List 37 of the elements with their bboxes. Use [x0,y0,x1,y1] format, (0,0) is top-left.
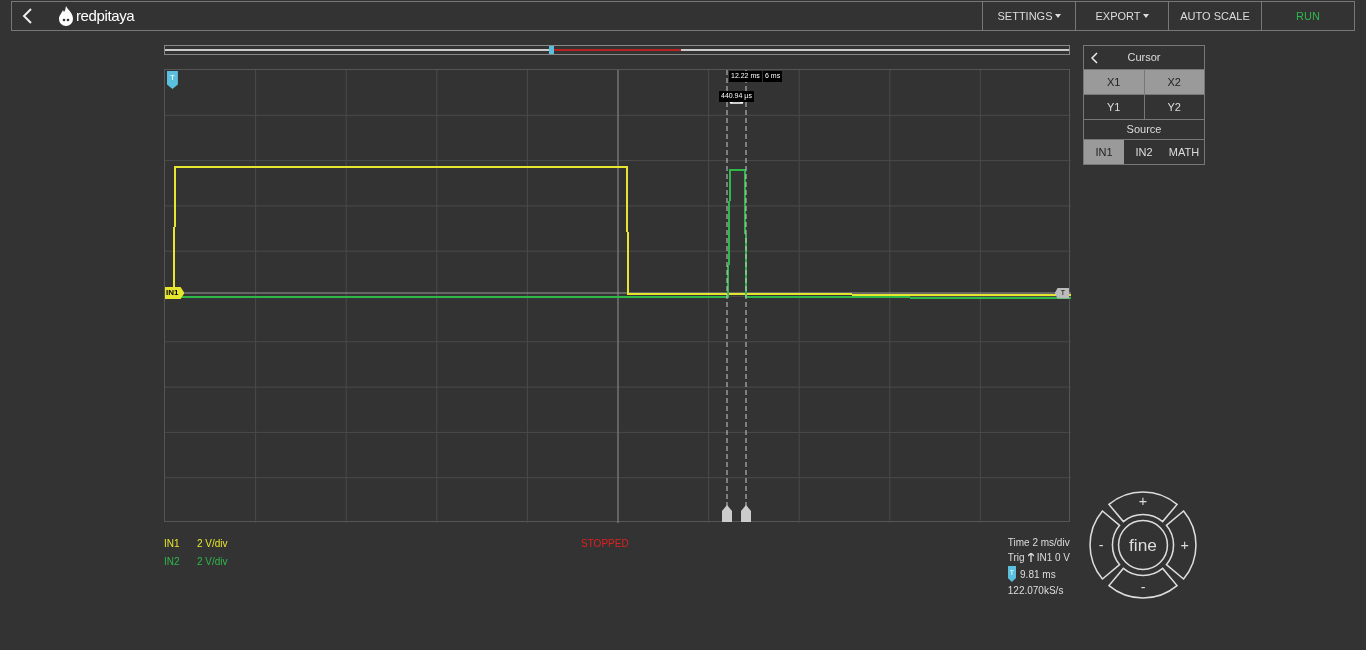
caret-icon [1142,14,1149,18]
panel-title: Cursor [1126,50,1162,66]
dial-button[interactable]: + [1165,510,1197,580]
trigger-delay-text: 9.81 ms [1020,567,1056,581]
cursor-toggle-button[interactable]: Y1 [1084,95,1144,119]
cursor-toggle-button[interactable]: X2 [1144,70,1204,94]
logo-text: redpitaya [76,5,135,26]
time-scale-text: Time 2 ms/div [1007,536,1070,549]
toolbar-menu-button[interactable]: SETTINGS [982,2,1075,30]
sample-rate-text: 122.070kS/s [1007,584,1065,597]
flame-icon [58,5,74,27]
trigger-source-text: IN1 0 V [1036,551,1070,564]
section-title: Source [1126,122,1162,138]
channel-name: IN2 [164,555,181,569]
dial-button[interactable]: + [1108,491,1178,523]
channel-marker[interactable]: IN1 [165,287,185,299]
delta-arrow-icon [729,100,744,104]
toolbar-menu-button[interactable]: AUTO SCALE [1168,2,1261,30]
rising-edge-icon [1027,553,1034,562]
channel-name: IN1 [164,537,181,551]
dial-button[interactable]: - [1108,567,1178,599]
cursor-toggle-button[interactable]: X1 [1084,70,1144,94]
dial-button[interactable]: - [1089,510,1121,580]
toolbar-menu-button[interactable]: RUN [1261,2,1354,30]
timeline-handle[interactable] [549,46,555,54]
cursor-handle[interactable] [722,505,732,522]
channel-scale: 2 V/div [197,537,228,551]
cursor-toggle-button[interactable]: Y2 [1144,95,1204,119]
trigger-label: Trig [1007,551,1025,564]
channel-scale: 2 V/div [197,555,228,569]
caret-icon [1054,14,1061,18]
status-text: STOPPED [581,537,629,551]
fine-button[interactable]: fine [1117,519,1169,571]
cursor-handle[interactable] [741,505,751,522]
toolbar-menu-button[interactable]: EXPORT [1075,2,1168,30]
timeline-bar[interactable] [164,45,1070,55]
source-button[interactable]: IN1 [1084,140,1124,164]
